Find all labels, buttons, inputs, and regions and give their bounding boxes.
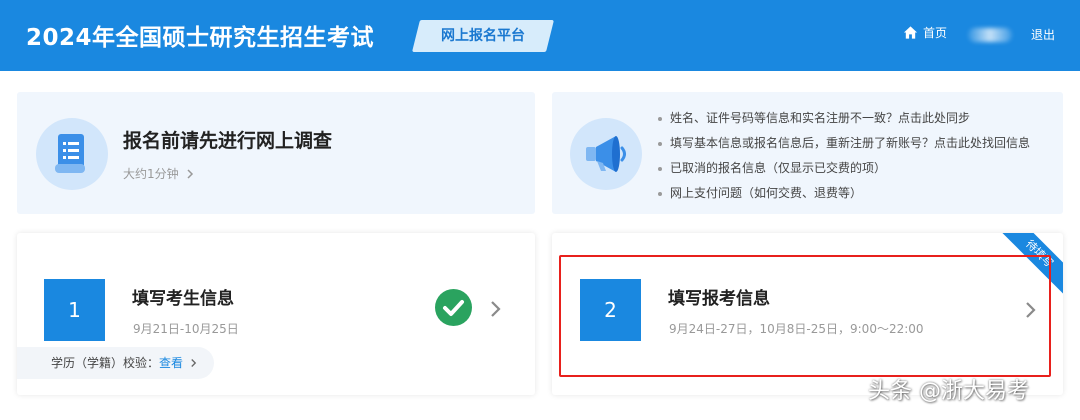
platform-badge: 网上报名平台: [412, 20, 554, 52]
megaphone-icon: [586, 136, 626, 172]
document-icon: [55, 134, 85, 173]
verify-view-link[interactable]: 查看: [159, 356, 197, 370]
home-link[interactable]: 首页: [903, 24, 947, 41]
chevron-right-icon: [187, 169, 194, 179]
chevron-right-icon[interactable]: [488, 300, 502, 318]
verify-label: 学历（学籍）校验：: [51, 356, 160, 370]
survey-duration[interactable]: 大约1分钟: [123, 165, 194, 182]
site-title: 2024年全国硕士研究生招生考试: [26, 25, 375, 51]
user-name-redacted[interactable]: [968, 28, 1012, 42]
watermark: 头条 @浙大易考: [868, 379, 1029, 404]
verify-view-label: 查看: [159, 356, 184, 370]
chevron-right-icon: [191, 359, 197, 367]
step-1-dates: 9月21日-10月25日: [133, 322, 239, 336]
home-icon: [903, 26, 918, 39]
notice-item[interactable]: 已取消的报名信息（仅显示已交费的项）: [656, 156, 1030, 181]
step-1-card[interactable]: 1 填写考生信息 9月21日-10月25日 学历（学籍）校验：查看: [17, 233, 535, 395]
platform-badge-label: 网上报名平台: [441, 28, 525, 44]
home-label: 首页: [923, 26, 948, 40]
survey-card[interactable]: 报名前请先进行网上调查 大约1分钟: [17, 92, 535, 214]
step-1-title: 填写考生信息: [132, 289, 234, 309]
notice-list: 姓名、证件号码等信息和实名注册不一致？点击此处同步 填写基本信息或报名信息后，重…: [656, 106, 1030, 206]
survey-title[interactable]: 报名前请先进行网上调查: [123, 126, 332, 153]
notice-icon-circle: [570, 118, 642, 190]
logout-link[interactable]: 退出: [1031, 26, 1055, 43]
education-verify-bar: 学历（学籍）校验：查看: [17, 347, 214, 379]
survey-icon-circle: [36, 118, 108, 190]
top-header: 2024年全国硕士研究生招生考试 网上报名平台 首页 退出: [0, 0, 1080, 71]
survey-duration-label: 大约1分钟: [123, 167, 179, 181]
notice-item[interactable]: 填写基本信息或报名信息后，重新注册了新账号？点击此处找回信息: [656, 131, 1030, 156]
step-1-number: 1: [44, 279, 105, 341]
highlight-box: [559, 255, 1051, 377]
notice-card: 姓名、证件号码等信息和实名注册不一致？点击此处同步 填写基本信息或报名信息后，重…: [552, 92, 1063, 214]
notice-item[interactable]: 网上支付问题（如何交费、退费等）: [656, 181, 1030, 206]
check-circle-icon: [435, 289, 472, 326]
notice-item[interactable]: 姓名、证件号码等信息和实名注册不一致？点击此处同步: [656, 106, 1030, 131]
